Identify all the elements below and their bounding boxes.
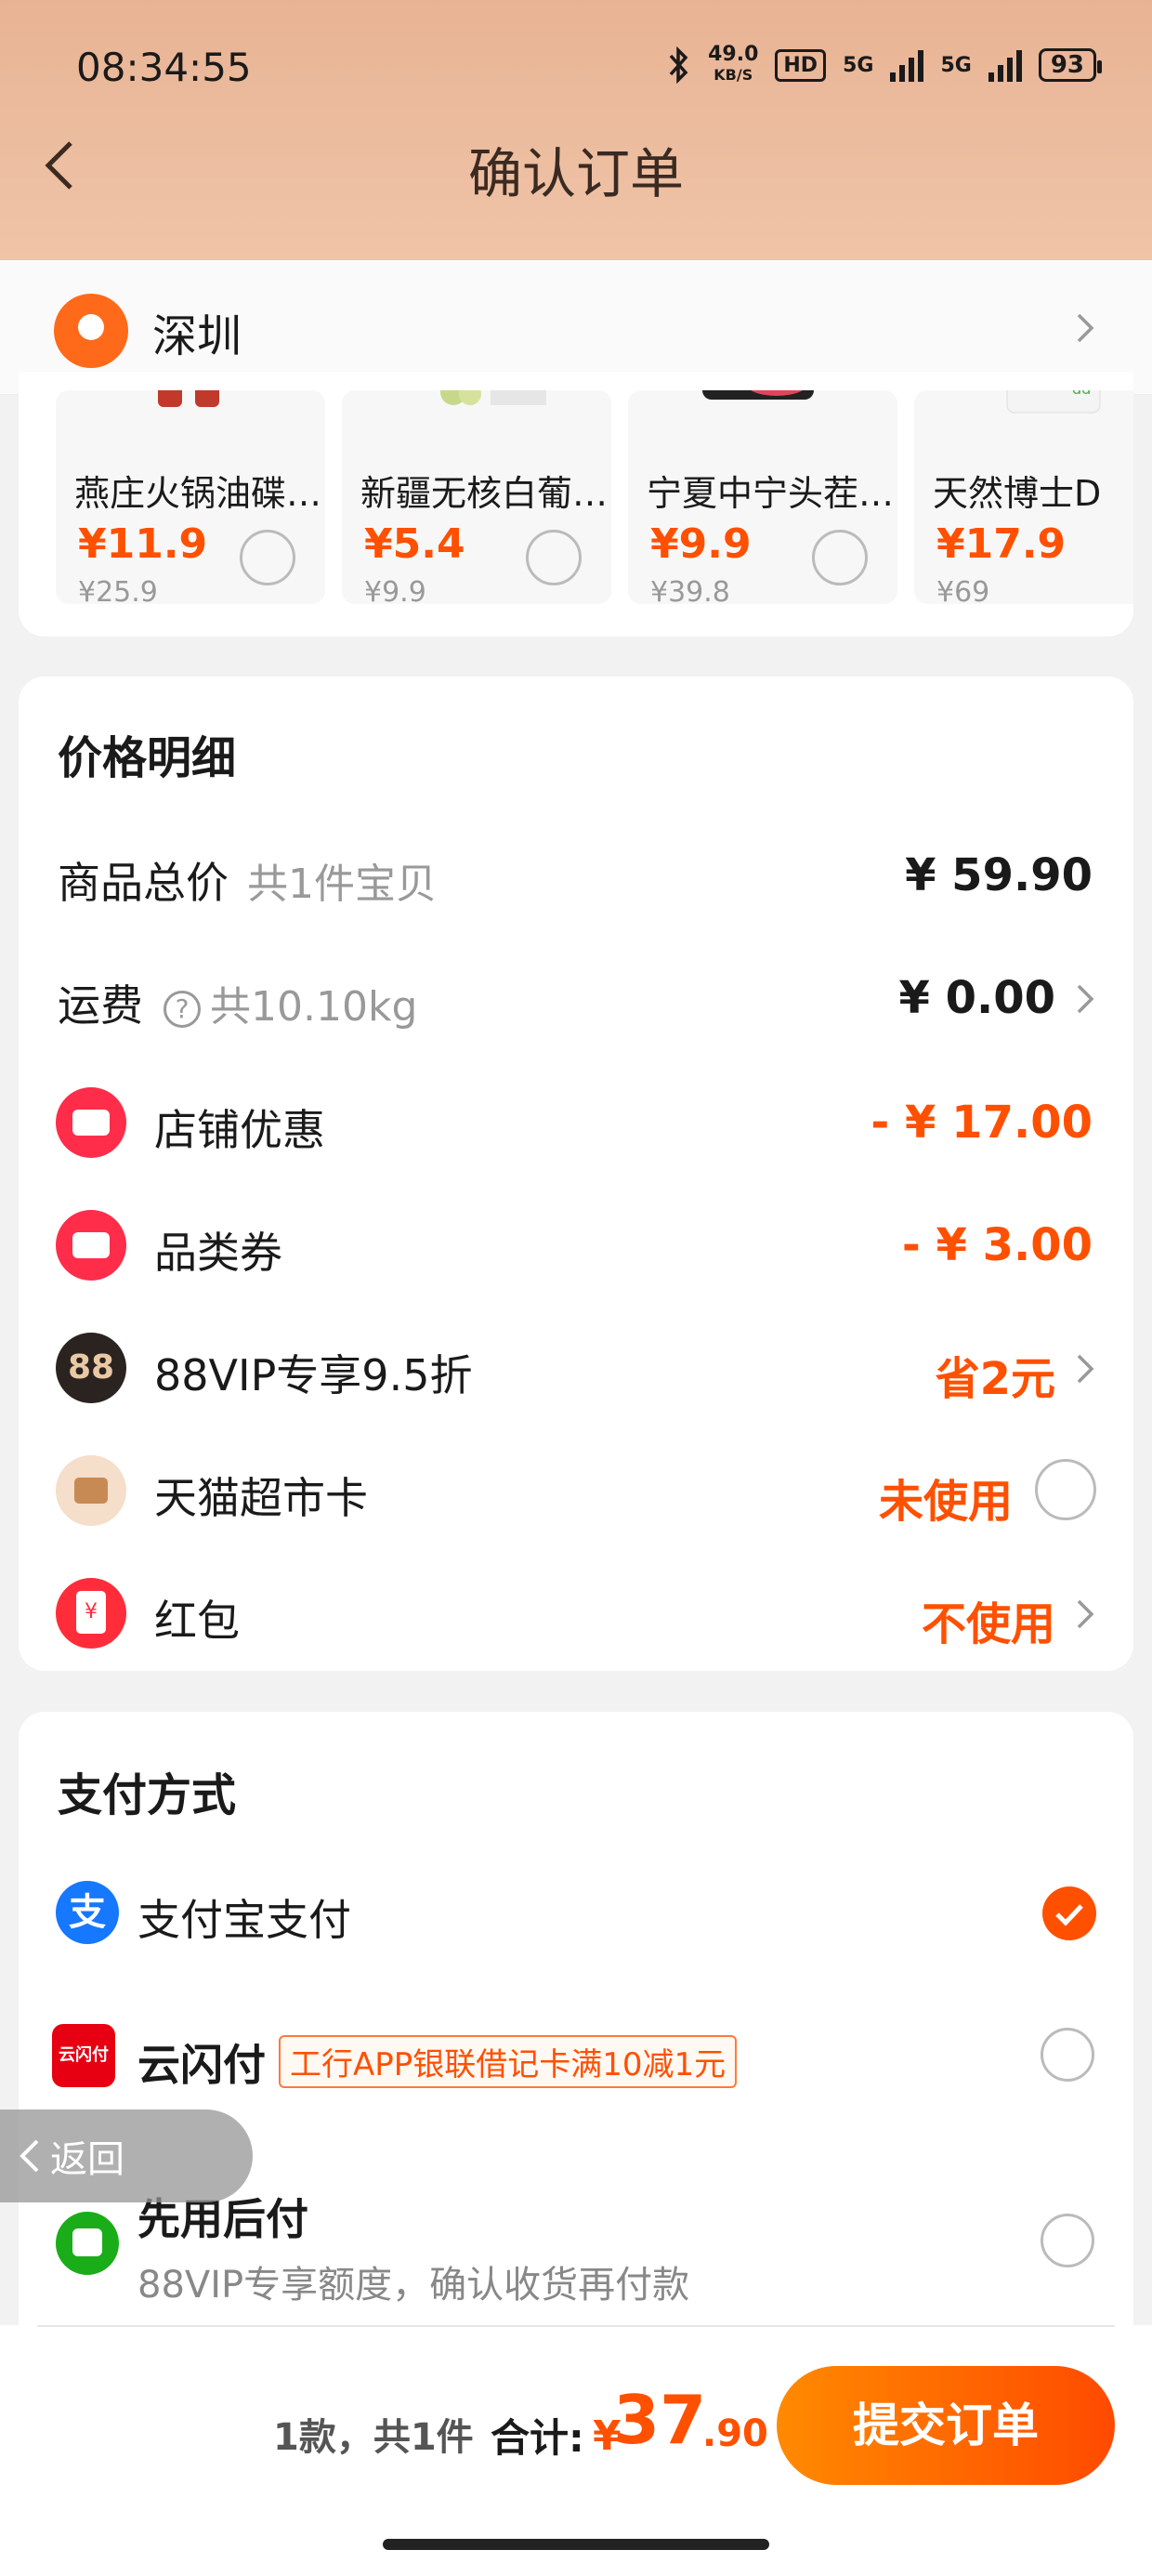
tmall-card-icon — [56, 1455, 126, 1526]
tmall-card-value: 未使用 — [878, 1476, 1013, 1528]
bluetooth-icon — [669, 46, 688, 84]
product-original-price: ¥9.9 — [364, 576, 426, 604]
product-image — [407, 390, 546, 427]
item-count-summary: 1款，共1件 — [273, 2416, 474, 2459]
product-price: ¥11.9 — [78, 520, 208, 568]
goods-total-value: ¥ 59.90 — [905, 849, 1093, 901]
signal-label-2: 5G — [940, 53, 972, 77]
freight-row[interactable]: 运费? 共10.10kg — [58, 972, 417, 1033]
product-original-price: ¥69 — [936, 576, 990, 604]
category-coupon-label: 品类券 — [154, 1228, 282, 1278]
help-icon[interactable]: ? — [164, 990, 201, 1028]
signal-icon-2 — [988, 48, 1022, 82]
red-packet-chevron-right-icon[interactable] — [1076, 1598, 1094, 1630]
product-select-radio[interactable] — [812, 530, 868, 585]
product-image — [121, 390, 260, 427]
total-amount-decimal: .90 — [702, 2412, 768, 2455]
category-coupon-value: - ¥ 3.00 — [901, 1219, 1093, 1271]
product-name: 天然博士D — [933, 473, 1102, 514]
unionpay-promo-tag: 工行APP银联借记卡满10减1元 — [279, 2035, 738, 2088]
red-packet-label: 红包 — [154, 1596, 240, 1646]
product-name: 新疆无核白葡… — [360, 473, 609, 514]
product-price: ¥17.9 — [936, 520, 1067, 568]
svg-text:dd: dd — [1072, 390, 1091, 398]
freight-label: 运费 — [58, 980, 143, 1031]
chevron-left-icon — [20, 2139, 39, 2173]
price-detail-title: 价格明细 — [58, 732, 237, 784]
unionpay-radio[interactable] — [1041, 2028, 1094, 2082]
store-discount-label: 店铺优惠 — [154, 1105, 325, 1155]
bnpl-icon — [56, 2212, 119, 2275]
product-price: ¥5.4 — [364, 520, 465, 568]
category-coupon-icon — [56, 1210, 126, 1281]
total-amount-integer: 37 — [613, 2381, 707, 2459]
unionpay-icon: 云闪付 — [52, 2024, 115, 2087]
product-card[interactable]: 新疆无核白葡… ¥5.4 ¥9.9 — [342, 390, 611, 604]
status-bar-right: 49.0 KB/S HD 5G 5G 93 — [667, 43, 1103, 85]
product-price: ¥9.9 — [650, 520, 752, 568]
freight-chevron-right-icon[interactable] — [1076, 983, 1094, 1015]
product-select-radio[interactable] — [526, 530, 582, 585]
product-card[interactable]: 宁夏中宁头茬… ¥9.9 ¥39.8 — [628, 390, 897, 604]
page-title: 确认订单 — [467, 142, 684, 205]
red-packet-icon — [56, 1578, 126, 1649]
alipay-radio-checked[interactable] — [1042, 1886, 1096, 1940]
vip-discount-label: 88VIP专享9.5折 — [154, 1350, 473, 1400]
unionpay-label[interactable]: 云闪付 — [137, 2031, 266, 2093]
address-city: 深圳 — [152, 310, 242, 362]
products-carousel: 燕庄火锅油碟… ¥11.9 ¥25.9 新疆无核白葡… ¥5.4 ¥9.9 宁夏… — [19, 372, 1133, 637]
product-name: 宁夏中宁头茬… — [647, 473, 895, 514]
product-image: dd — [979, 390, 1119, 427]
product-original-price: ¥25.9 — [78, 576, 158, 604]
vip-chevron-right-icon[interactable] — [1076, 1353, 1094, 1385]
alipay-icon: 支 — [56, 1881, 119, 1944]
total-label: 合计: — [491, 2415, 584, 2461]
goods-total-label: 商品总价 — [58, 858, 229, 908]
goods-total-row: 商品总价 共1件宝贝 — [58, 849, 437, 911]
product-name: 燕庄火锅油碟… — [74, 473, 322, 514]
payment-title: 支付方式 — [58, 1769, 237, 1821]
freight-value: ¥ 0.00 — [898, 972, 1055, 1024]
floating-back-label: 返回 — [50, 2138, 124, 2181]
vip-88-icon: 88 — [56, 1333, 126, 1403]
bnpl-radio[interactable] — [1041, 2214, 1094, 2267]
product-image — [693, 390, 832, 427]
freight-weight: 共10.10kg — [210, 983, 418, 1031]
signal-icon — [890, 48, 924, 82]
signal-label-1: 5G — [843, 53, 874, 77]
store-coupon-icon — [56, 1087, 126, 1158]
alipay-label[interactable]: 支付宝支付 — [137, 1886, 351, 1948]
network-speed: 49.0 KB/S — [708, 43, 759, 85]
location-pin-icon — [54, 294, 128, 368]
tmall-card-radio[interactable] — [1035, 1459, 1096, 1520]
tmall-card-label: 天猫超市卡 — [154, 1473, 368, 1523]
product-card[interactable]: 燕庄火锅油碟… ¥11.9 ¥25.9 — [56, 390, 325, 604]
bottom-divider — [37, 2325, 1115, 2327]
bnpl-description: 88VIP专享额度，确认收货再付款 — [137, 2264, 690, 2307]
floating-back-button[interactable]: 返回 — [0, 2109, 253, 2202]
hd-badge: HD — [775, 48, 827, 82]
vip-discount-value[interactable]: 省2元 — [936, 1342, 1055, 1407]
home-indicator[interactable] — [383, 2539, 769, 2550]
red-packet-value[interactable]: 不使用 — [922, 1587, 1055, 1652]
product-card[interactable]: dd 天然博士D ¥17.9 ¥69 — [914, 390, 1133, 604]
product-select-radio[interactable] — [240, 530, 295, 585]
store-discount-value: - ¥ 17.00 — [871, 1097, 1093, 1149]
battery-icon: 93 — [1038, 48, 1103, 82]
address-chevron-right-icon — [1076, 312, 1094, 344]
product-original-price: ¥39.8 — [650, 576, 730, 604]
goods-total-count: 共1件宝贝 — [247, 861, 437, 908]
status-time: 08:34:55 — [76, 45, 252, 90]
submit-order-button[interactable]: 提交订单 — [777, 2366, 1115, 2485]
